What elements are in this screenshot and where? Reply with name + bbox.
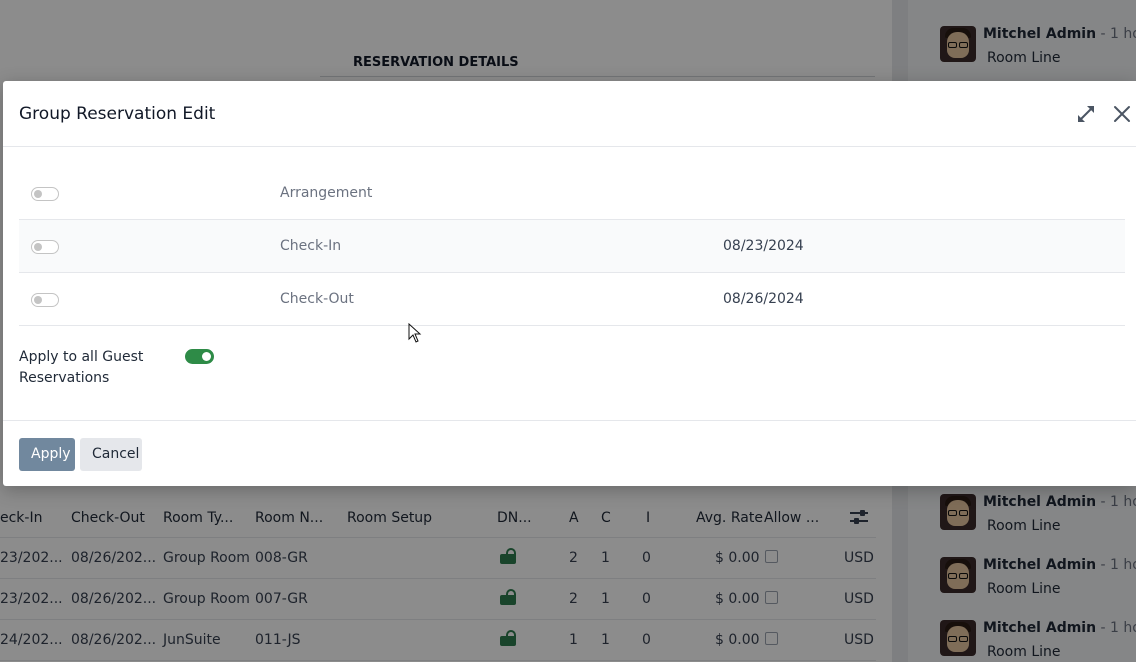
- expand-icon[interactable]: [1076, 104, 1096, 124]
- group-reservation-edit-dialog: Group Reservation Edit Arrangement Check…: [3, 81, 1136, 486]
- close-icon[interactable]: [1113, 105, 1131, 123]
- field-label: Arrangement: [280, 185, 373, 201]
- field-row-arrangement: Arrangement: [19, 167, 1125, 220]
- checkin-toggle[interactable]: [31, 240, 59, 254]
- checkout-date-value[interactable]: 08/26/2024: [723, 291, 804, 307]
- field-row-checkin: Check-In 08/23/2024: [19, 220, 1125, 273]
- field-label: Check-In: [280, 238, 342, 254]
- mouse-cursor-icon: [408, 323, 422, 343]
- apply-all-toggle[interactable]: [185, 349, 214, 364]
- apply-button[interactable]: Apply: [19, 438, 75, 471]
- modal-footer: Apply Cancel: [3, 420, 1136, 486]
- modal-header: Group Reservation Edit: [3, 81, 1136, 147]
- apply-all-label: Apply to all Guest Reservations: [19, 349, 144, 386]
- checkin-date-value[interactable]: 08/23/2024: [723, 238, 804, 254]
- checkout-toggle[interactable]: [31, 293, 59, 307]
- cancel-button[interactable]: Cancel: [80, 438, 142, 471]
- field-label: Check-Out: [280, 291, 354, 307]
- field-row-checkout: Check-Out 08/26/2024: [19, 273, 1125, 326]
- arrangement-toggle[interactable]: [31, 187, 59, 201]
- modal-title: Group Reservation Edit: [19, 104, 216, 124]
